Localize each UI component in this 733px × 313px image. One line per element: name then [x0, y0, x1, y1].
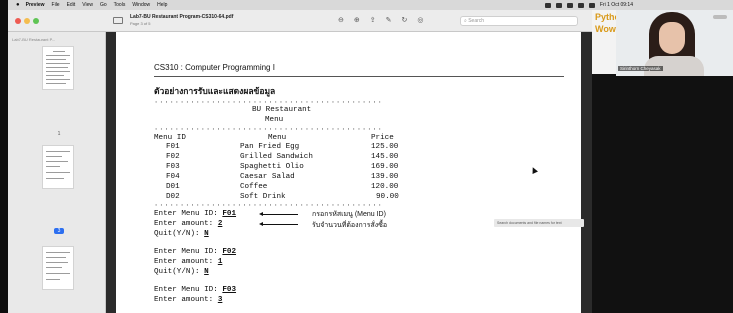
menubar-clock[interactable]: Fri 1 Oct 09:14: [600, 2, 633, 8]
input-value: 1: [217, 258, 223, 266]
col-header-id: Menu ID: [154, 134, 186, 142]
input-value: 3: [217, 296, 223, 304]
menu-item-name: Soft Drink: [240, 193, 286, 201]
document-title: Lab7-BU Restaurant Program-CS310-64.pdf: [130, 14, 234, 20]
wifi-icon[interactable]: [566, 2, 573, 8]
menu-bar: ● Preview File Edit View Go Tools Window…: [8, 0, 733, 10]
page-thumbnail-3[interactable]: [42, 246, 74, 290]
arrow-left-icon: [259, 212, 298, 216]
menu-go[interactable]: Go: [100, 2, 107, 8]
markup-icon[interactable]: ✎: [386, 16, 392, 24]
menu-item-price: 139.00: [371, 173, 399, 181]
col-header-price: Price: [371, 134, 394, 142]
video-control-button[interactable]: [713, 15, 727, 19]
presenter-image: [659, 22, 685, 54]
menu-help[interactable]: Help: [157, 2, 167, 8]
apple-icon[interactable]: ●: [16, 2, 20, 8]
input-value: F02: [222, 248, 237, 256]
menu-preview[interactable]: Preview: [26, 2, 45, 8]
zoom-in-icon[interactable]: ⊕: [354, 16, 360, 24]
status-icon[interactable]: [555, 2, 562, 8]
page-heading: ตัวอย่างการรับและแสดงผลข้อมูล: [154, 86, 276, 96]
zoom-out-icon[interactable]: ⊖: [338, 16, 344, 24]
menu-caption: Menu: [265, 116, 284, 124]
prompt-menu-id: Enter Menu ID: F01: [154, 210, 237, 218]
course-title: CS310 : Computer Programming I: [154, 63, 275, 72]
prompt-amount: Enter amount: 1: [154, 258, 223, 266]
restaurant-name: BU Restaurant: [252, 106, 312, 114]
input-value: 2: [217, 220, 223, 228]
toolbar-icons: ⊖ ⊕ ⇪ ✎ ↻ ◎: [338, 16, 423, 24]
page-thumbnail-2[interactable]: [42, 145, 74, 189]
search-placeholder: Search: [468, 18, 485, 24]
menu-item-name: Coffee: [240, 183, 268, 191]
search-tooltip: Search documents and file names for text: [494, 219, 584, 227]
menu-item-price: 125.00: [371, 143, 399, 151]
prompt-quit: Quit(Y/N): N: [154, 268, 209, 276]
dotted-divider: ········································…: [154, 126, 383, 134]
share-icon[interactable]: ⇪: [370, 16, 376, 24]
presenter-name: Sirinthorn Cheyasak: [618, 66, 663, 71]
search-icon: ⌕: [464, 18, 467, 24]
rotate-icon[interactable]: ↻: [402, 16, 408, 24]
menu-tools[interactable]: Tools: [114, 2, 126, 8]
sidebar-doc-label: Lab7-BU Restaurant P...: [12, 37, 56, 42]
control-center-icon[interactable]: [588, 2, 595, 8]
menu-item-id: D02: [166, 193, 180, 201]
menu-item-name: Spaghetti Olio: [240, 163, 304, 171]
status-icons: Fri 1 Oct 09:14: [544, 2, 633, 8]
prompt-quit: Quit(Y/N): N: [154, 230, 209, 238]
arrow-left-icon: [259, 222, 298, 226]
thumbnail-sidebar: Lab7-BU Restaurant P... 1 3: [8, 32, 106, 313]
right-pane: Pytho Woww Sirinthorn Cheyasak: [592, 10, 733, 313]
menu-item-name: Pan Fried Egg: [240, 143, 300, 151]
input-value: N: [204, 230, 209, 238]
prompt-amount: Enter amount: 2: [154, 220, 223, 228]
prompt-menu-id: Enter Menu ID: F03: [154, 286, 237, 294]
menu-view[interactable]: View: [82, 2, 93, 8]
annotation-amount: รับจำนวนที่ต้องการสั่งซื้อ: [312, 222, 388, 229]
menu-item-name: Caesar Salad: [240, 173, 295, 181]
minimize-window-button[interactable]: [24, 18, 30, 24]
page-thumbnail-1[interactable]: [42, 46, 74, 90]
close-window-button[interactable]: [15, 18, 21, 24]
divider: [154, 76, 564, 77]
window-titlebar: Lab7-BU Restaurant Program-CS310-64.pdf …: [8, 10, 592, 32]
menu-file[interactable]: File: [52, 2, 60, 8]
input-value: N: [204, 268, 209, 276]
menu-item-price: 145.00: [371, 153, 399, 161]
battery-icon[interactable]: [577, 2, 584, 8]
menu-item-id: F03: [166, 163, 180, 171]
col-header-menu: Menu: [268, 134, 287, 142]
prompt-amount: Enter amount: 3: [154, 296, 223, 304]
document-view[interactable]: CS310 : Computer Programming I ตัวอย่างก…: [107, 32, 592, 313]
desktop-screen: ● Preview File Edit View Go Tools Window…: [8, 0, 733, 313]
prompt-menu-id: Enter Menu ID: F02: [154, 248, 237, 256]
zoom-window-button[interactable]: [33, 18, 39, 24]
menu-item-price: 120.00: [371, 183, 399, 191]
webcam-video[interactable]: Sirinthorn Cheyasak: [616, 10, 733, 76]
menu-item-id: F02: [166, 153, 180, 161]
page-number-3[interactable]: 3: [54, 228, 64, 234]
menu-item-name: Grilled Sandwich: [240, 153, 313, 161]
sidebar-toggle-icon[interactable]: [113, 17, 123, 24]
page-number-1[interactable]: 1: [54, 131, 64, 137]
annotate-icon[interactable]: ◎: [417, 16, 423, 24]
menu-item-id: F04: [166, 173, 180, 181]
pdf-page[interactable]: CS310 : Computer Programming I ตัวอย่างก…: [116, 32, 581, 313]
document-page-info: Page 3 of 5: [130, 21, 151, 26]
preview-window: Lab7-BU Restaurant Program-CS310-64.pdf …: [8, 10, 592, 313]
annotation-menu-id: กรอกรหัสเมนู (Menu ID): [312, 211, 386, 218]
input-value: F01: [222, 210, 237, 218]
menu-item-price: 169.00: [371, 163, 399, 171]
menu-item-id: D01: [166, 183, 180, 191]
search-input[interactable]: ⌕ Search: [460, 16, 578, 26]
input-value: F03: [222, 286, 237, 294]
traffic-lights: [15, 18, 39, 24]
menu-edit[interactable]: Edit: [67, 2, 76, 8]
menu-item-price: 90.00: [376, 193, 399, 201]
status-icon[interactable]: [544, 2, 551, 8]
menu-item-id: F01: [166, 143, 180, 151]
menu-window[interactable]: Window: [132, 2, 150, 8]
